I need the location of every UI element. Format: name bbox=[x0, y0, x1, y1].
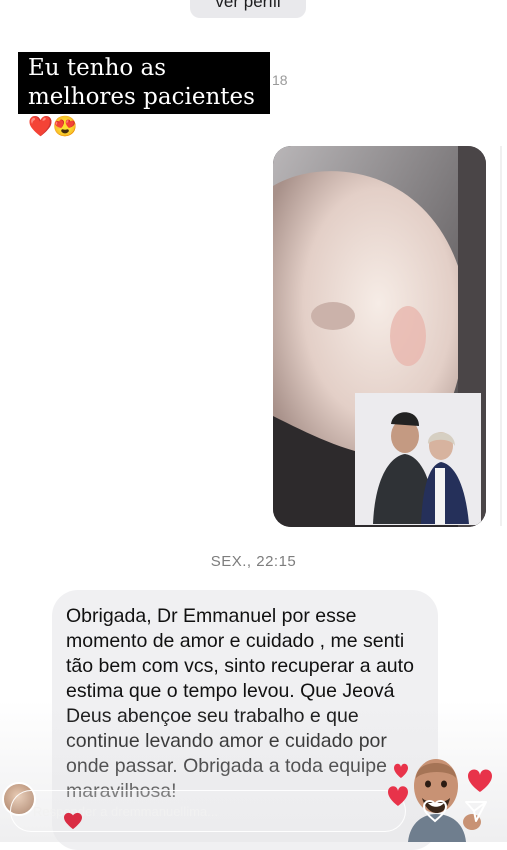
heart-outline-icon[interactable] bbox=[422, 798, 448, 824]
story-caption: Eu tenho as melhores pacientes ❤️😍 bbox=[18, 52, 270, 138]
shared-photo[interactable] bbox=[273, 146, 486, 527]
paper-plane-icon[interactable] bbox=[463, 798, 489, 824]
avatar-sticker-icon bbox=[388, 759, 492, 842]
heart-reaction-icon bbox=[64, 812, 82, 830]
view-profile-button[interactable]: ver perfil bbox=[190, 0, 306, 18]
caption-emojis: ❤️😍 bbox=[28, 114, 78, 138]
scroll-indicator bbox=[500, 146, 502, 526]
date-separator: SEX., 22:15 bbox=[210, 553, 297, 570]
message-time-partial: 18 bbox=[272, 72, 288, 88]
caption-text: Eu tenho as melhores pacientes bbox=[28, 55, 255, 110]
photo-illustration bbox=[273, 146, 486, 527]
